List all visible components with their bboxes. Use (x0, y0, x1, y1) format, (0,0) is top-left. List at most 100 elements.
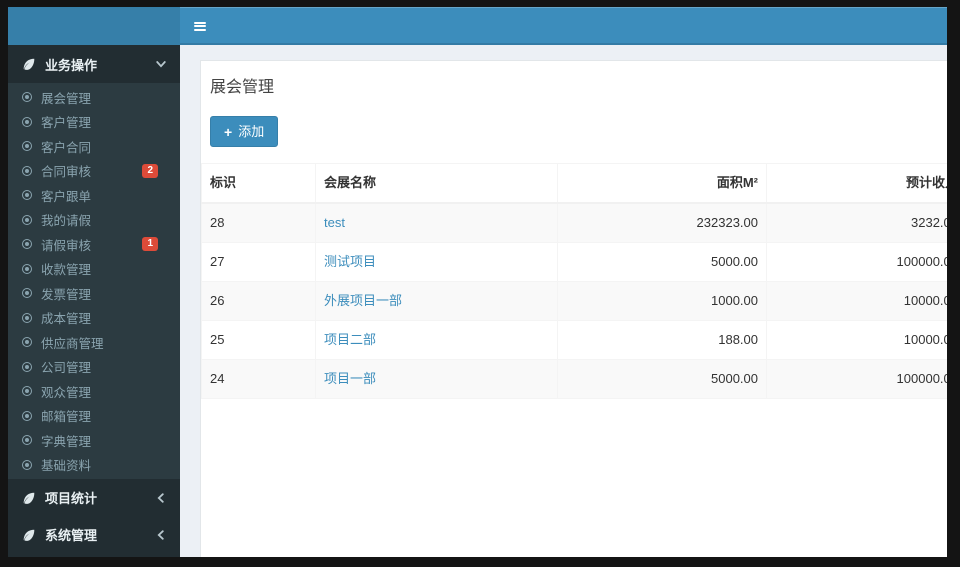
sidebar-item-label: 请假审核 (41, 238, 92, 253)
table-cell: 5000.00 (557, 242, 767, 282)
sidebar-item[interactable]: 收款管理 (8, 257, 180, 282)
sidebar-item[interactable]: 展会管理 (8, 85, 180, 110)
hamburger-menu-button[interactable] (180, 7, 220, 45)
app-screen: 业务操作展会管理客户管理客户合同合同审核 2 客户跟单我的请假请假审核 1 收款管理发票… (8, 7, 947, 557)
circle-icon (22, 312, 32, 323)
table-cell: 3232.00 (766, 202, 947, 243)
chevron-left-icon (156, 529, 166, 540)
hamburger-icon (194, 20, 206, 32)
sidebar-item[interactable]: 客户跟单 (8, 183, 180, 208)
circle-icon (22, 116, 32, 127)
exhibition-name-link[interactable]: 外展项目一部 (324, 293, 402, 308)
sidebar-item-label: 收款管理 (41, 263, 92, 278)
sidebar-item[interactable]: 请假审核 1 (8, 232, 180, 257)
circle-icon (22, 190, 32, 201)
sidebar-item-label: 客户管理 (41, 116, 92, 131)
sidebar-item-label: 观众管理 (41, 385, 92, 400)
sidebar-item[interactable]: 合同审核 2 (8, 159, 180, 184)
exhibition-name-link[interactable]: 项目一部 (324, 371, 376, 386)
exhibition-name-link[interactable]: 测试项目 (324, 254, 376, 269)
sidebar-item-label: 客户合同 (41, 140, 92, 155)
chevron-left-icon (156, 492, 166, 503)
column-header: 面积M² (557, 163, 767, 204)
sidebar-item[interactable]: 供应商管理 (8, 330, 180, 355)
table-row: 28test232323.003232.00内展项目 (201, 202, 947, 243)
sidebar-section-system-management[interactable]: 系统管理 (8, 516, 180, 553)
sidebar-item[interactable]: 基础资料 (8, 453, 180, 478)
table-cell: 10000.00 (766, 281, 947, 321)
table-cell: 24 (201, 359, 316, 399)
table-cell: 项目二部 (315, 320, 558, 360)
sidebar-section-project-statistics[interactable]: 项目统计 (8, 479, 180, 516)
exhibition-name-link[interactable]: test (324, 215, 345, 230)
sidebar-item[interactable]: 客户管理 (8, 110, 180, 135)
table-cell: 26 (201, 281, 316, 321)
table-cell: 测试项目 (315, 242, 558, 282)
sidebar-section-label: 业务操作 (45, 57, 98, 73)
circle-icon (22, 214, 32, 225)
exhibitions-table: 标识会展名称面积M²预计收入实施部门 28 test 232323.003232.0… (201, 163, 947, 399)
circle-icon (22, 263, 32, 274)
leaf-icon (22, 528, 36, 542)
circle-icon (22, 288, 32, 299)
leaf-icon (22, 57, 36, 71)
sidebar-item-label: 客户跟单 (41, 189, 92, 204)
sidebar-submenu: 展会管理客户管理客户合同合同审核 2 客户跟单我的请假请假审核 1 收款管理发票管理成本… (8, 83, 180, 479)
add-button[interactable]: + 添加 (210, 116, 279, 147)
table-cell: 100000.00 (766, 359, 947, 399)
circle-icon (22, 239, 32, 250)
column-header: 会展名称 (315, 163, 558, 204)
table-row: 25项目二部188.0010000.00内展项目 (201, 320, 947, 360)
sidebar: 业务操作展会管理客户管理客户合同合同审核 2 客户跟单我的请假请假审核 1 收款管理发票… (8, 45, 180, 557)
sidebar-section-label: 系统管理 (45, 528, 98, 543)
sidebar-item-label: 供应商管理 (41, 336, 104, 351)
sidebar-item[interactable]: 发票管理 (8, 281, 180, 306)
circle-icon (22, 92, 32, 103)
screenshot-frame: { "topbar": { "menu_icon": "hamburger-ic… (0, 0, 960, 567)
logo-area (8, 7, 180, 45)
notification-badge: 1 (142, 237, 158, 252)
table-cell: 188.00 (557, 320, 767, 360)
circle-icon (22, 361, 32, 372)
navbar (180, 7, 947, 45)
sidebar-item[interactable]: 字典管理 (8, 428, 180, 453)
sidebar-item-label: 展会管理 (41, 91, 92, 106)
sidebar-item[interactable]: 成本管理 (8, 306, 180, 331)
circle-icon (22, 386, 32, 397)
circle-icon (22, 459, 32, 470)
sidebar-item-label: 基础资料 (41, 459, 92, 474)
sidebar-item[interactable]: 观众管理 (8, 379, 180, 404)
table-cell: test (315, 202, 558, 243)
table-header-row: 标识会展名称面积M²预计收入实施部门 (201, 163, 947, 204)
chevron-down-icon (156, 59, 166, 69)
notification-badge: 2 (142, 163, 158, 178)
table-row: 24项目一部5000.00100000.00内展项目 (201, 359, 947, 399)
app-body: 业务操作展会管理客户管理客户合同合同审核 2 客户跟单我的请假请假审核 1 收款管理发票… (8, 45, 947, 557)
table-row: 27测试项目5000.00100000.00内展项目 (201, 242, 947, 282)
sidebar-item-label: 我的请假 (41, 214, 92, 229)
table-cell: 项目一部 (315, 359, 558, 399)
sidebar-item[interactable]: 邮箱管理 (8, 404, 180, 429)
sidebar-section-label: 项目统计 (45, 491, 98, 506)
sidebar-item[interactable]: 我的请假 (8, 208, 180, 233)
add-button-label: 添加 (238, 124, 265, 139)
table-body: 28test232323.003232.00内展项目27测试项目5000.001… (201, 202, 947, 399)
circle-icon (22, 337, 32, 348)
sidebar-item-label: 邮箱管理 (41, 410, 92, 425)
column-header: 预计收入 (766, 163, 947, 204)
table-cell: 5000.00 (557, 359, 767, 399)
sidebar-section-business-operations[interactable]: 业务操作 (8, 45, 180, 83)
plus-icon: + (224, 123, 233, 140)
sidebar-item-label: 字典管理 (41, 434, 92, 449)
table-cell: 232323.00 (557, 202, 767, 243)
sidebar-item[interactable]: 公司管理 (8, 355, 180, 380)
sidebar-item[interactable]: 客户合同 (8, 134, 180, 159)
exhibition-name-link[interactable]: 项目二部 (324, 332, 376, 347)
column-header: 标识 (201, 163, 316, 204)
table-cell: 27 (201, 242, 316, 282)
circle-icon (22, 141, 32, 152)
table-cell: 25 (201, 320, 316, 360)
sidebar-item-label: 成本管理 (41, 312, 92, 327)
table-cell: 外展项目一部 (315, 281, 558, 321)
circle-icon (22, 435, 32, 446)
